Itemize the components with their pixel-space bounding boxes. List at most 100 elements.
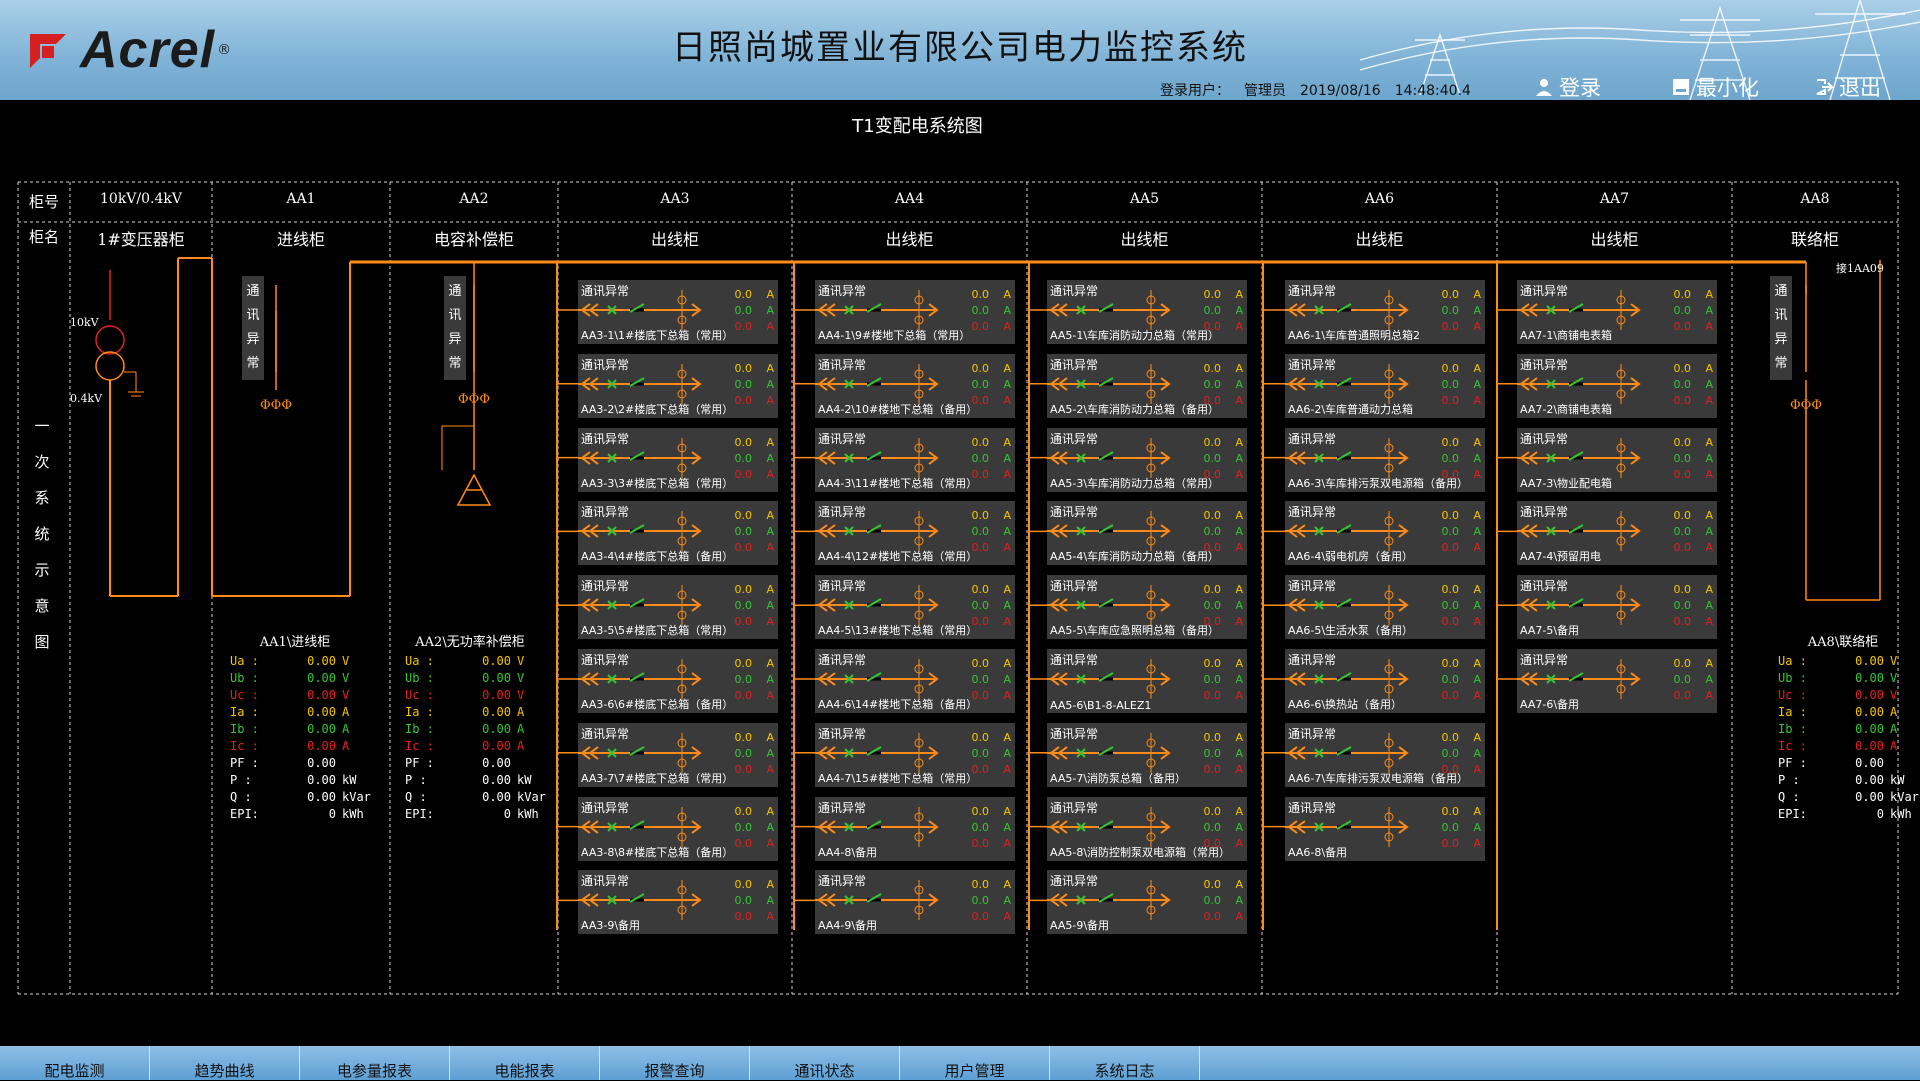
unit-label: A [1235,509,1243,523]
feeder-cabinet[interactable]: 通讯异常 AA6-6\换热站（备用） 0.0 0.0 0.0 A A A [1285,649,1485,713]
unit-label: A [1003,689,1011,702]
cabinet-number: 10kV/0.4kV [100,191,182,207]
nav-tab-7[interactable]: 用户管理 [900,1046,1050,1080]
nav-tab-1[interactable]: 配电监测 [0,1046,150,1080]
feeder-cabinet[interactable]: 通讯异常 AA7-4\预留用电 0.0 0.0 0.0 A A A [1517,501,1717,566]
feeder-cabinet[interactable]: 通讯异常 AA7-1\商铺电表箱 0.0 0.0 0.0 A A A [1517,280,1717,344]
nav-tab-5[interactable]: 报警查询 [600,1046,750,1080]
feeder-cabinet[interactable]: 通讯异常 AA3-9\备用 0.0 0.0 0.0 A A A [578,870,778,935]
feeder-cabinet[interactable]: 通讯异常 AA7-2\商铺电表箱 0.0 0.0 0.0 A A A [1517,353,1717,418]
meter-value: 0.00 [1855,705,1884,719]
meter-value: 0.00 [482,756,511,770]
meter-unit: kW [517,773,532,787]
feeder-cabinet[interactable]: 通讯异常 AA3-7\7#楼底下总箱（常用） 0.0 0.0 0.0 A A A [578,722,778,787]
unit-label: A [1235,361,1243,375]
unit-label: A [1235,878,1243,892]
feeder-cabinet[interactable]: 通讯异常 AA7-6\备用 0.0 0.0 0.0 A A A [1517,649,1717,713]
unit-label: A [1473,730,1481,744]
feeder-breaker-icon [1285,290,1409,330]
feeder-cabinet[interactable]: 通讯异常 AA3-3\3#楼底下总箱（常用） 0.0 0.0 0.0 A A A [578,427,778,492]
meter-unit: V [1890,654,1898,668]
feeder-cabinet[interactable]: 通讯异常 AA5-1\车库消防动力总箱（常用） 0.0 0.0 0.0 A A A [1047,280,1247,344]
feeder-cabinet[interactable]: 通讯异常 AA7-5\备用 0.0 0.0 0.0 A A A [1517,575,1717,640]
feeder-cabinet[interactable]: 通讯异常 AA3-1\1#楼底下总箱（常用） 0.0 0.0 0.0 A A A [578,280,778,344]
meter-value: 0.00 [482,790,511,804]
feeder-cabinet[interactable]: 通讯异常 AA6-2\车库普通动力总箱 0.0 0.0 0.0 A A A [1285,353,1485,418]
feeder-cabinet[interactable]: 通讯异常 AA7-3\物业配电箱 0.0 0.0 0.0 A A A [1517,427,1717,492]
cabinet-name: 进线柜 [276,230,325,249]
nav-tab-3[interactable]: 电参量报表 [300,1046,450,1080]
feeder-cabinet[interactable]: 通讯异常 AA5-3\车库消防动力总箱（常用） 0.0 0.0 0.0 A A A [1047,427,1247,492]
meter-value: 0 [503,807,511,821]
unit-label: A [1235,377,1243,391]
meter-param: PF : [405,756,434,770]
feeder-breaker-icon [1047,585,1171,626]
meter-value: 0.00 [307,671,336,685]
cabinet-number: AA8 [1800,191,1830,207]
meter-unit: kWh [517,807,539,821]
feeder-cabinet[interactable]: 通讯异常 AA4-2\10#楼地下总箱（备用） 0.0 0.0 0.0 A A A [815,353,1015,418]
feeder-cabinet[interactable]: 通讯异常 AA6-4\弱电机房（备用） 0.0 0.0 0.0 A A A [1285,501,1485,566]
unit-label: A [1235,910,1243,924]
unit-label: A [1235,673,1243,686]
feeder-cabinet[interactable]: 通讯异常 AA3-4\4#楼底下总箱（备用） 0.0 0.0 0.0 A A A [578,501,778,566]
feeder-cabinet[interactable]: 通讯异常 AA4-7\15#楼地下总箱（常用） 0.0 0.0 0.0 A A A [815,722,1015,787]
feeder-cabinet[interactable]: 通讯异常 AA6-7\车库排污泵双电源箱（备用） 0.0 0.0 0.0 A A A [1285,722,1485,787]
feeder-cabinet[interactable]: 通讯异常 AA4-4\12#楼地下总箱（常用） 0.0 0.0 0.0 A A A [815,501,1015,566]
feeder-cabinet[interactable]: 通讯异常 AA6-5\生活水泵（备用） 0.0 0.0 0.0 A A A [1285,575,1485,640]
feeder-cabinet[interactable]: 通讯异常 AA3-8\8#楼底下总箱（备用） 0.0 0.0 0.0 A A A [578,796,778,861]
nav-tab-4[interactable]: 电能报表 [450,1046,600,1080]
cabinet-number: AA3 [660,191,690,207]
meter-row: Uc : 0.00 V [405,687,546,704]
bottom-nav-bar: 配电监测 趋势曲线 电参量报表 电能报表 报警查询 通讯状态 用户管理 系统日志 [0,1046,1920,1080]
nav-tab-2[interactable]: 趋势曲线 [150,1046,300,1080]
meter-param: PF : [1778,756,1807,770]
feeder-cabinet[interactable]: 通讯异常 AA5-4\车库消防动力总箱（备用） 0.0 0.0 0.0 A A A [1047,501,1247,566]
feeder-cabinet[interactable]: 通讯异常 AA4-9\备用 0.0 0.0 0.0 A A A [815,870,1015,935]
feeder-cabinet[interactable]: 通讯异常 AA5-7\消防泵总箱（备用） 0.0 0.0 0.0 A A A [1047,722,1247,787]
aa8-phase-icon: ΦΦΦ [1790,398,1822,413]
meter-row: P : 0.00 kW [230,772,371,789]
feeder-breaker-icon [1517,659,1641,699]
meter-value: 0.00 [482,654,511,668]
meter-value: 0.00 [1855,739,1884,753]
feeder-breaker-icon [815,806,939,847]
feeder-cabinet[interactable]: 通讯异常 AA6-1\车库普通照明总箱2 0.0 0.0 0.0 A A A [1285,280,1485,344]
feeder-cabinet[interactable]: 通讯异常 AA5-2\车库消防动力总箱（备用） 0.0 0.0 0.0 A A A [1047,353,1247,418]
feeder-name: AA5-6\B1-8-ALEZ1 [1050,699,1152,712]
feeder-cabinet[interactable]: 通讯异常 AA6-8\备用 0.0 0.0 0.0 A A A [1285,796,1485,861]
feeder-cabinet[interactable]: 通讯异常 AA4-3\11#楼地下总箱（常用） 0.0 0.0 0.0 A A A [815,427,1015,492]
feeder-cabinet[interactable]: 通讯异常 AA3-5\5#楼底下总箱（常用） 0.0 0.0 0.0 A A A [578,575,778,640]
capacitor-bank-icon [456,473,492,506]
nav-tab-8[interactable]: 系统日志 [1050,1046,1200,1080]
aa8-comm-status: 通讯异常 [1770,276,1792,380]
meter-value: 0.00 [307,790,336,804]
feeder-cabinet[interactable]: 通讯异常 AA3-2\2#楼底下总箱（常用） 0.0 0.0 0.0 A A A [578,353,778,418]
feeder-cabinet[interactable]: 通讯异常 AA4-6\14#楼地下总箱（备用） 0.0 0.0 0.0 A A A [815,649,1015,713]
unit-label: A [1003,288,1011,301]
comm-status-char: 异 [448,332,462,347]
meter-value: 0.00 [482,739,511,753]
comm-status-char: 通 [1774,284,1788,299]
feeder-cabinet[interactable]: 通讯异常 AA4-1\9#楼地下总箱（常用） 0.0 0.0 0.0 A A A [815,280,1015,344]
feeder-cabinet[interactable]: 通讯异常 AA5-8\消防控制泵双电源箱（常用） 0.0 0.0 0.0 A A A [1047,796,1247,861]
meter-param: Ub : [230,671,259,685]
unit-label: A [766,820,774,834]
feeder-cabinet[interactable]: 通讯异常 AA4-5\13#楼地下总箱（常用） 0.0 0.0 0.0 A A A [815,575,1015,640]
unit-label: A [766,746,774,760]
feeder-breaker-icon [815,363,939,404]
comm-status-char: 异 [1774,332,1788,347]
unit-label: A [1003,910,1011,924]
feeder-cabinet[interactable]: 通讯异常 AA3-6\6#楼底下总箱（备用） 0.0 0.0 0.0 A A A [578,649,778,713]
feeder-breaker-icon [815,437,939,478]
feeder-cabinet[interactable]: 通讯异常 AA5-6\B1-8-ALEZ1 0.0 0.0 0.0 A A A [1047,649,1247,713]
feeder-cabinet[interactable]: 通讯异常 AA5-5\车库应急照明总箱（备用） 0.0 0.0 0.0 A A A [1047,575,1247,640]
meter-row: Ib : 0.00 A [405,721,546,738]
feeder-cabinet[interactable]: 通讯异常 AA5-9\备用 0.0 0.0 0.0 A A A [1047,870,1247,935]
nav-tab-6[interactable]: 通讯状态 [750,1046,900,1080]
feeder-cabinet[interactable]: 通讯异常 AA4-8\备用 0.0 0.0 0.0 A A A [815,796,1015,861]
unit-label: A [766,393,774,407]
meter-value: 0.00 [482,722,511,736]
feeder-cabinet[interactable]: 通讯异常 AA6-3\车库排污泵双电源箱（备用） 0.0 0.0 0.0 A A A [1285,427,1485,492]
meter-value: 0.00 [307,756,336,770]
